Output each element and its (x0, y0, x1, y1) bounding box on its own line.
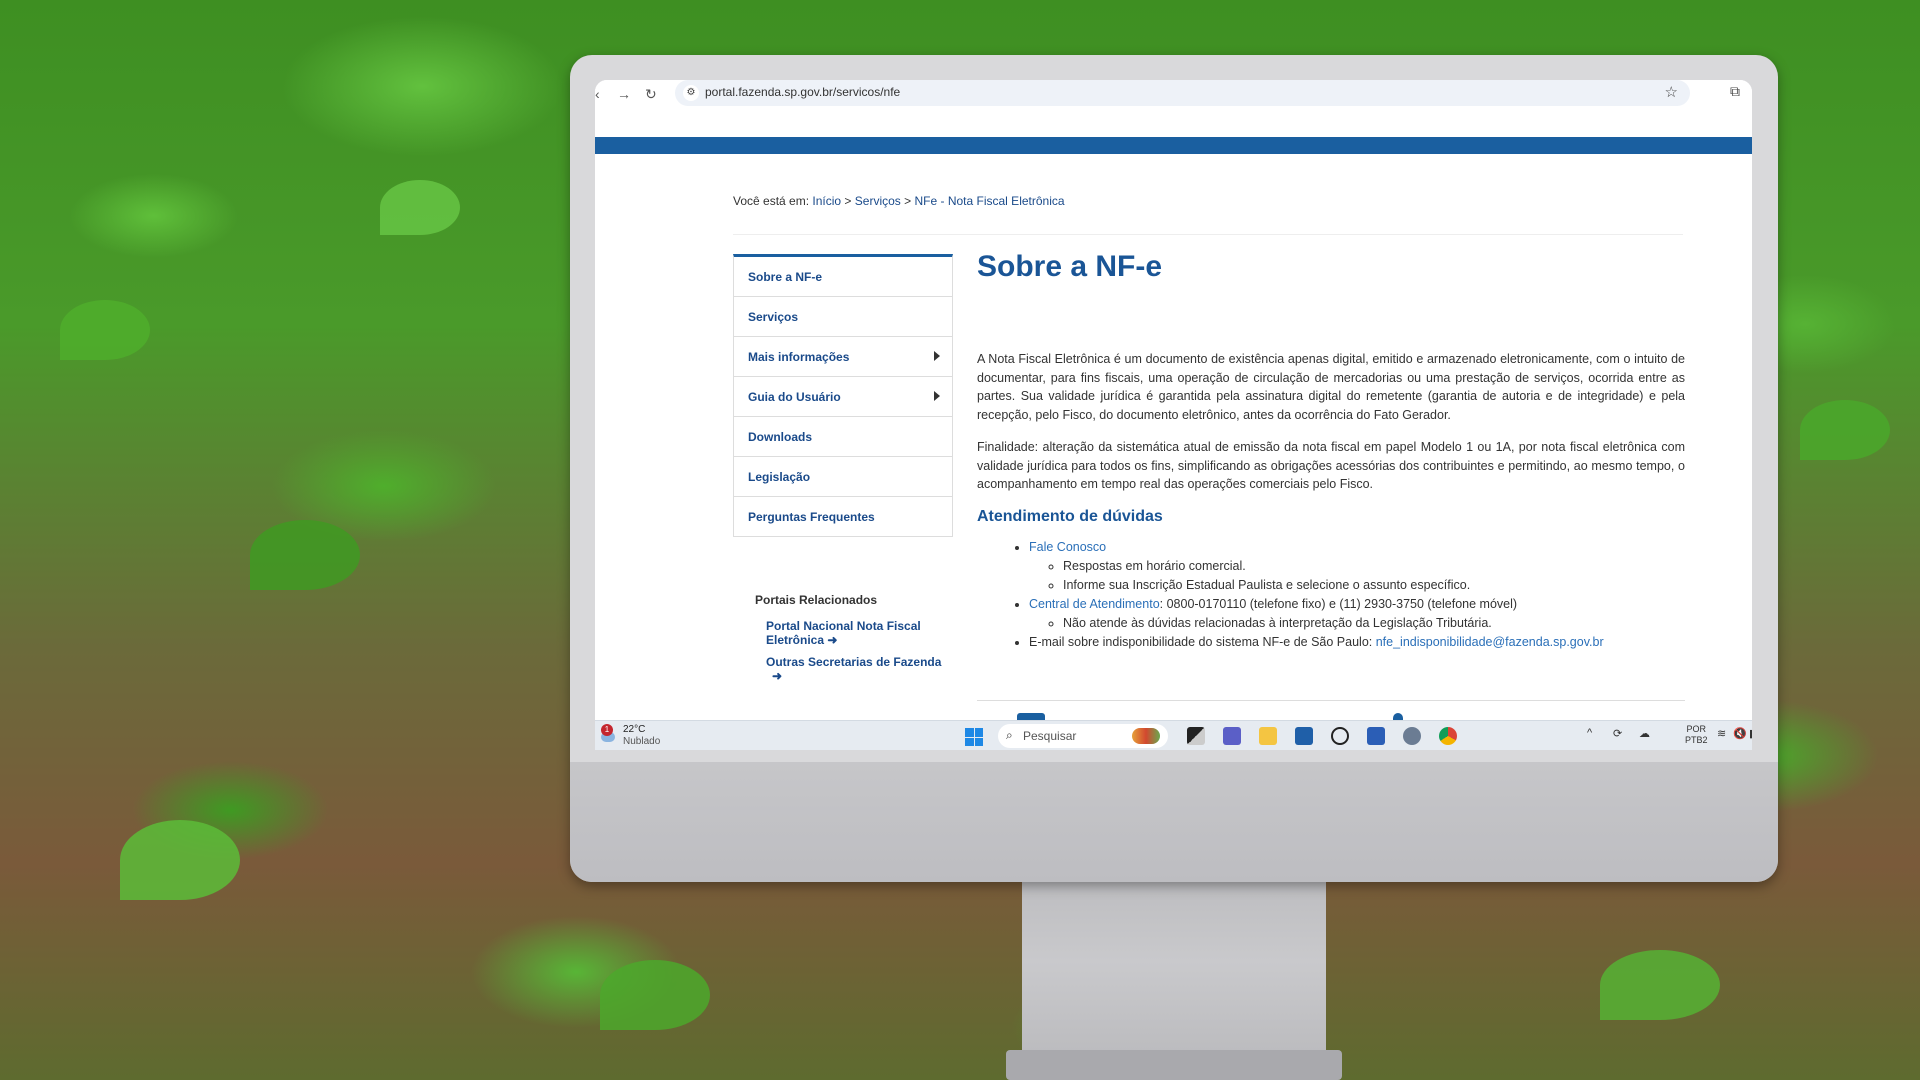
arrow-right-icon: ➜ (827, 633, 838, 647)
search-highlight-icon (1132, 728, 1160, 744)
intro-paragraph: A Nota Fiscal Eletrônica é um documento … (977, 352, 1685, 422)
page-title: Sobre a NF-e (977, 250, 1163, 283)
divider (977, 700, 1685, 701)
sidebar-item-label: Serviços (748, 309, 799, 324)
support-list: Fale Conosco Respostas em horário comerc… (977, 538, 1685, 652)
email-text: E-mail sobre indisponibilidade do sistem… (1029, 634, 1376, 649)
notification-badge: 1 (601, 724, 613, 736)
portal-link-line1: Portal Nacional Nota Fiscal (766, 619, 921, 633)
central-phone-text: : 0800-0170110 (telefone fixo) e (11) 29… (1159, 596, 1518, 611)
sidebar-item-perguntas[interactable]: Perguntas Frequentes (734, 497, 952, 536)
chrome-icon[interactable] (1439, 727, 1457, 745)
settings-icon[interactable] (1403, 727, 1421, 745)
chevron-up-icon[interactable]: ^ (1587, 727, 1592, 739)
sidebar-menu: Sobre a NF-e Serviços Mais informações G… (733, 254, 953, 537)
leaf-decoration (120, 820, 240, 900)
sidebar-item-label: Perguntas Frequentes (748, 509, 875, 524)
portal-nacional-link[interactable]: Portal Nacional Nota Fiscal Eletrônica ➜ (766, 619, 921, 647)
language-line2: PTB2 (1685, 735, 1708, 745)
sidebar-item-guia-usuario[interactable]: Guia do Usuário (734, 377, 952, 417)
breadcrumb-nfe[interactable]: NFe - Nota Fiscal Eletrônica (915, 194, 1065, 208)
caret-right-icon (934, 391, 940, 401)
monitor-screen: ‹ → ↻ ⚙ portal.fazenda.sp.gov.br/servico… (595, 80, 1752, 750)
list-item: Central de Atendimento: 0800-0170110 (te… (1029, 595, 1685, 633)
temperature: 22°C (623, 724, 646, 735)
sidebar-item-legislacao[interactable]: Legislação (734, 457, 952, 497)
language-indicator[interactable]: POR PTB2 (1685, 724, 1708, 746)
microsoft-store-icon[interactable] (1295, 727, 1313, 745)
sidebar-item-label: Sobre a NF-e (748, 269, 823, 284)
monitor-chin (570, 762, 1778, 882)
leaf-decoration (1600, 950, 1720, 1020)
site-header-band (595, 137, 1752, 154)
support-heading: Atendimento de dúvidas (977, 507, 1163, 525)
site-settings-icon[interactable]: ⚙ (683, 85, 699, 101)
mute-icon[interactable]: 🔇 (1733, 727, 1747, 740)
windows-start-icon[interactable] (965, 728, 983, 746)
battery-icon[interactable]: ▮ (1749, 727, 1752, 740)
monitor-stand-foot (1006, 1050, 1342, 1080)
browser-toolbar: ‹ → ↻ ⚙ portal.fazenda.sp.gov.br/servico… (595, 80, 1752, 110)
leaf-decoration (380, 180, 460, 235)
word-icon[interactable] (1367, 727, 1385, 745)
windows-taskbar: 1 22°C Nublado ⌕ Pesquisar ^ ⟳ ☁ POR PTB… (595, 720, 1752, 750)
reload-icon[interactable]: ↻ (645, 86, 657, 103)
main-content: Sobre a NF-e A Nota Fiscal Eletrônica é … (977, 250, 1685, 652)
sidebar-item-label: Downloads (748, 429, 813, 444)
related-portals-title: Portais Relacionados (755, 593, 878, 607)
email-link[interactable]: nfe_indisponibilidade@fazenda.sp.gov.br (1376, 635, 1604, 649)
task-view-icon[interactable] (1187, 727, 1205, 745)
portal-link-line2: Eletrônica (766, 633, 825, 647)
arrow-right-icon: ➜ (772, 669, 783, 683)
leaf-decoration (600, 960, 710, 1030)
browser-chrome: ‹ → ↻ ⚙ portal.fazenda.sp.gov.br/servico… (595, 80, 1752, 137)
leaf-decoration (60, 300, 150, 360)
sidebar-item-servicos[interactable]: Serviços (734, 297, 952, 337)
url-text[interactable]: portal.fazenda.sp.gov.br/servicos/nfe (705, 85, 900, 99)
teams-icon[interactable] (1223, 727, 1241, 745)
divider (733, 234, 1683, 235)
list-item: Respostas em horário comercial. (1063, 557, 1685, 576)
star-icon[interactable]: ☆ (1665, 83, 1678, 101)
list-item: Fale Conosco Respostas em horário comerc… (1029, 538, 1685, 595)
list-item: Informe sua Inscrição Estadual Paulista … (1063, 576, 1685, 595)
fale-conosco-link[interactable]: Fale Conosco (1029, 540, 1106, 554)
sidebar-item-label: Legislação (748, 469, 811, 484)
caret-right-icon (934, 351, 940, 361)
list-item: E-mail sobre indisponibilidade do sistem… (1029, 633, 1685, 652)
taskbar-search[interactable]: ⌕ Pesquisar (998, 724, 1168, 748)
portal-link-line1: Outras Secretarias de Fazenda (766, 655, 942, 669)
breadcrumb-prefix: Você está em: (733, 194, 810, 208)
breadcrumb-servicos[interactable]: Serviços (855, 194, 901, 208)
breadcrumb-separator: > (844, 194, 852, 208)
leaf-decoration (250, 520, 360, 590)
sidebar-item-label: Guia do Usuário (748, 389, 841, 404)
sidebar-item-downloads[interactable]: Downloads (734, 417, 952, 457)
extensions-icon[interactable]: ⧉ (1730, 83, 1740, 100)
purpose-paragraph: Finalidade: alteração da sistemática atu… (977, 440, 1685, 491)
weather-condition: Nublado (623, 736, 661, 747)
address-bar[interactable]: ⚙ portal.fazenda.sp.gov.br/servicos/nfe … (675, 80, 1690, 106)
leaf-decoration (1800, 400, 1890, 460)
central-atendimento-link[interactable]: Central de Atendimento (1029, 597, 1160, 611)
language-line1: POR (1686, 724, 1707, 734)
forward-icon[interactable]: → (617, 86, 631, 102)
file-explorer-icon[interactable] (1259, 727, 1277, 745)
search-icon: ⌕ (1006, 728, 1013, 742)
back-icon[interactable]: ‹ (595, 86, 600, 102)
sync-icon[interactable]: ⟳ (1613, 727, 1622, 740)
sidebar-item-mais-informacoes[interactable]: Mais informações (734, 337, 952, 377)
search-placeholder: Pesquisar (1023, 729, 1077, 743)
breadcrumb: Você está em: Início > Serviços > NFe - … (733, 194, 1065, 208)
bookmarks-bar (595, 110, 1752, 137)
breadcrumb-separator: > (904, 194, 912, 208)
breadcrumb-inicio[interactable]: Início (812, 194, 841, 208)
outras-secretarias-link[interactable]: Outras Secretarias de Fazenda ➜ (766, 655, 941, 683)
sidebar-item-sobre[interactable]: Sobre a NF-e (734, 257, 952, 297)
wifi-icon[interactable]: ≋ (1717, 727, 1726, 740)
dell-icon[interactable] (1331, 727, 1349, 745)
sidebar-item-label: Mais informações (748, 349, 850, 364)
onedrive-icon[interactable]: ☁ (1639, 727, 1650, 740)
list-item: Não atende às dúvidas relacionadas à int… (1063, 614, 1685, 633)
